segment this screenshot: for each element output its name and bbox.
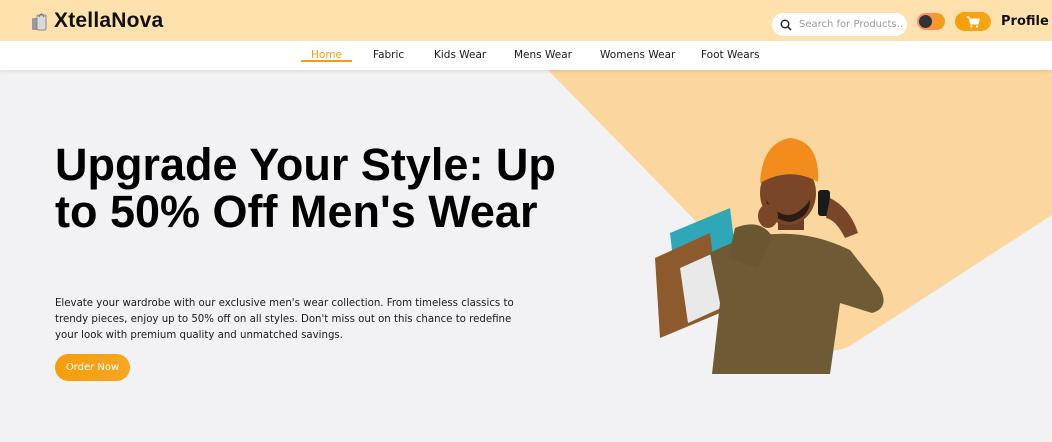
theme-toggle[interactable] [917, 13, 945, 30]
search-bar[interactable] [772, 13, 907, 36]
nav-kids-wear[interactable]: Kids Wear [434, 49, 486, 61]
brand-name: XtellaNova [54, 9, 164, 32]
nav-mens-wear[interactable]: Mens Wear [514, 49, 572, 61]
profile-link[interactable]: Profile [1001, 14, 1049, 29]
top-bar: XtellaNova Profile [0, 0, 1052, 41]
hero-description: Elevate your wardrobe with our exclusive… [55, 298, 514, 341]
nav-womens-wear[interactable]: Womens Wear [600, 49, 675, 61]
cart-button[interactable] [955, 12, 991, 31]
nav-fabric[interactable]: Fabric [373, 49, 404, 61]
nav-foot-wears[interactable]: Foot Wears [701, 49, 759, 61]
cart-icon [966, 16, 980, 28]
search-icon [780, 19, 792, 31]
shopping-bags-icon [32, 13, 47, 31]
order-now-button[interactable]: Order Now [55, 354, 130, 381]
toggle-knob [919, 15, 932, 28]
hero-model-image [655, 138, 884, 374]
hero-title: Upgrade Your Style: Up to 50% Off Men's … [55, 139, 556, 237]
main-nav: Home Fabric Kids Wear Mens Wear Womens W… [0, 41, 1052, 70]
brand-logo[interactable]: XtellaNova [30, 9, 163, 33]
search-input[interactable] [799, 19, 904, 30]
active-nav-underline [301, 60, 352, 62]
